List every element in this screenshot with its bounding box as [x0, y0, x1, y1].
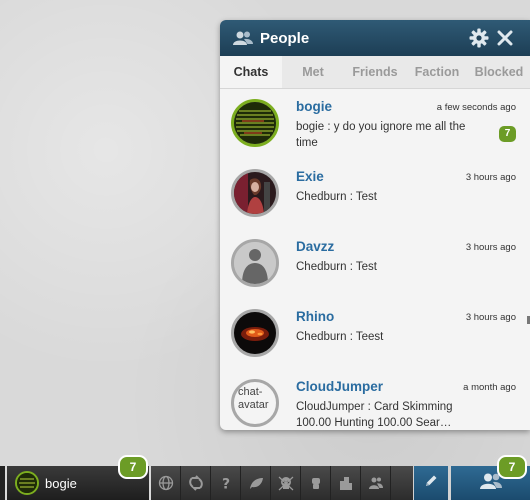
chat-message: Chedburn : Test — [296, 261, 377, 273]
chat-item-exie[interactable]: Exie 3 hours ago Chedburn : Test — [220, 159, 530, 229]
skull-icon[interactable] — [271, 466, 301, 500]
tab-faction[interactable]: Faction — [406, 56, 468, 88]
chat-name: Davzz — [296, 239, 335, 254]
fist-icon[interactable] — [301, 466, 331, 500]
pencil-icon — [423, 473, 439, 494]
chat-tab-name: bogie — [45, 475, 77, 491]
help-icon[interactable]: ? — [211, 466, 241, 500]
svg-text:?: ? — [221, 477, 229, 492]
chat-time: 3 hours ago — [465, 242, 516, 253]
people-panel: People Chats Met Friends Faction Blocked… — [220, 20, 530, 430]
gear-icon[interactable] — [468, 27, 490, 49]
chat-list: bogie a few seconds ago bogie : y do you… — [220, 89, 530, 430]
chat-name: Exie — [296, 169, 324, 184]
buildings-icon[interactable] — [331, 466, 361, 500]
chat-tab-badge: 7 — [118, 455, 148, 479]
leaf-icon[interactable] — [241, 466, 271, 500]
avatar: chat-avatar — [231, 379, 279, 427]
avatar — [15, 471, 39, 495]
chat-name: bogie — [296, 99, 332, 114]
broken-image-alt: chat-avatar — [238, 386, 269, 411]
chat-message: CloudJumper : Card Skimming 100.00 Hunti… — [296, 401, 453, 429]
avatar — [231, 99, 279, 147]
chat-name: CloudJumper — [296, 379, 384, 394]
toolbar: ? — [151, 466, 413, 500]
people-icon — [232, 30, 254, 46]
bottom-bar: bogie ? — [0, 466, 530, 500]
unread-badge: 7 — [499, 126, 516, 142]
tab-met[interactable]: Met — [282, 56, 344, 88]
bar-edge — [0, 466, 5, 500]
close-icon[interactable] — [494, 27, 516, 49]
panel-title: People — [260, 29, 310, 47]
avatar — [231, 239, 279, 287]
chat-item-cloudjumper[interactable]: chat-avatar CloudJumper a month ago Clou… — [220, 369, 530, 430]
chat-time: 3 hours ago — [465, 312, 516, 323]
people-badge: 7 — [497, 455, 527, 479]
tab-bar: Chats Met Friends Faction Blocked — [220, 56, 530, 89]
avatar — [231, 309, 279, 357]
tab-chats[interactable]: Chats — [220, 56, 282, 88]
chat-message: bogie : y do you ignore me all the time — [296, 121, 466, 149]
panel-header: People — [220, 20, 530, 56]
avatar — [231, 169, 279, 217]
chat-item-rhino[interactable]: Rhino 3 hours ago Chedburn : Teest — [220, 299, 530, 369]
chat-time: a few seconds ago — [436, 102, 516, 113]
chat-item-davzz[interactable]: Davzz 3 hours ago Chedburn : Test — [220, 229, 530, 299]
chat-name: Rhino — [296, 309, 335, 324]
chat-time: 3 hours ago — [465, 172, 516, 183]
chat-message: Chedburn : Teest — [296, 331, 384, 343]
people-icon[interactable] — [361, 466, 391, 500]
tab-friends[interactable]: Friends — [344, 56, 406, 88]
refresh-icon[interactable] — [181, 466, 211, 500]
chat-item-bogie[interactable]: bogie a few seconds ago bogie : y do you… — [220, 89, 530, 159]
tab-blocked[interactable]: Blocked — [468, 56, 530, 88]
chat-message: Chedburn : Test — [296, 191, 377, 203]
pencil-button[interactable] — [414, 466, 448, 500]
chat-time: a month ago — [463, 382, 516, 393]
globe-icon[interactable] — [151, 466, 181, 500]
